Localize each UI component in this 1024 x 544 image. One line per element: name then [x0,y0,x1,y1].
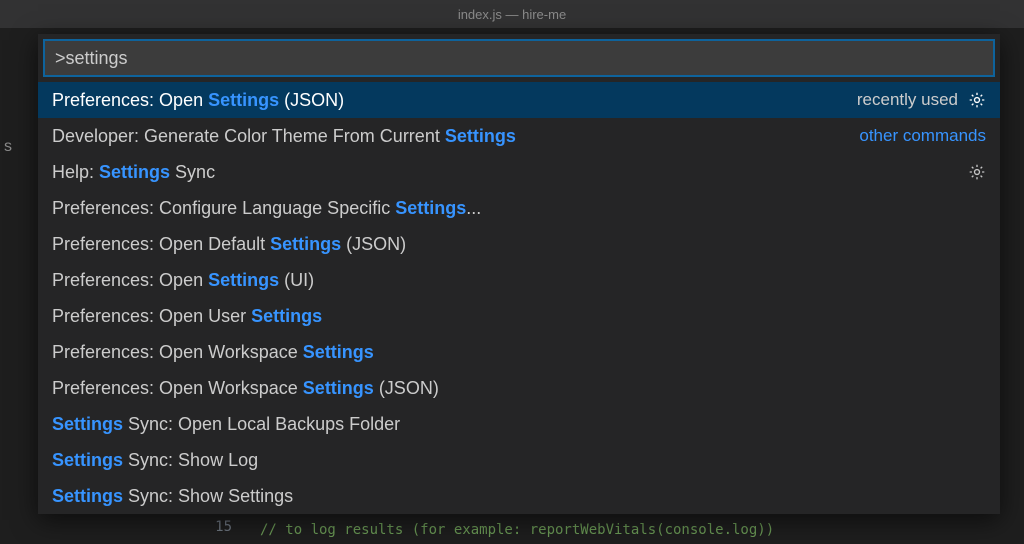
command-item-label: Settings Sync: Show Settings [52,486,293,507]
command-item-label: Preferences: Open Workspace Settings [52,342,374,363]
command-item-label: Settings Sync: Open Local Backups Folder [52,414,400,435]
command-palette-item[interactable]: Preferences: Open Workspace Settings [38,334,1000,370]
line-number: 15 [215,516,232,538]
command-palette-item[interactable]: Preferences: Open Settings (JSON) recentl… [38,82,1000,118]
code-line: // to log results (for example: reportWe… [260,522,774,538]
command-item-label: Help: Settings Sync [52,162,215,183]
command-item-label: Preferences: Open Default Settings (JSON… [52,234,406,255]
command-palette-item[interactable]: Settings Sync: Show Log [38,442,1000,478]
command-item-label: Preferences: Open Settings (UI) [52,270,314,291]
window-title: index.js — hire-me [458,7,566,22]
command-item-meta [968,163,986,181]
command-palette-item[interactable]: Preferences: Open User Settings [38,298,1000,334]
command-item-meta: recently used [857,90,986,110]
command-palette-input[interactable] [44,40,994,76]
command-item-meta-text: recently used [857,90,958,110]
command-item-meta: other commands [859,126,986,146]
command-palette-item[interactable]: Settings Sync: Open Local Backups Folder [38,406,1000,442]
command-item-label: Preferences: Open User Settings [52,306,322,327]
command-item-label: Preferences: Open Settings (JSON) [52,90,344,111]
gear-icon[interactable] [968,91,986,109]
command-palette-item[interactable]: Preferences: Open Settings (UI) [38,262,1000,298]
command-palette-item[interactable]: Preferences: Configure Language Specific… [38,190,1000,226]
command-palette-item[interactable]: Settings Sync: Show Settings [38,478,1000,514]
command-palette-item[interactable]: Developer: Generate Color Theme From Cur… [38,118,1000,154]
command-item-meta-text: other commands [859,126,986,146]
command-item-label: Preferences: Configure Language Specific… [52,198,481,219]
command-palette-input-wrap [38,34,1000,82]
command-palette-item[interactable]: Preferences: Open Default Settings (JSON… [38,226,1000,262]
gear-icon[interactable] [968,163,986,181]
command-item-label: Settings Sync: Show Log [52,450,258,471]
command-palette-item[interactable]: Preferences: Open Workspace Settings (JS… [38,370,1000,406]
titlebar: index.js — hire-me [0,0,1024,28]
sidebar-fragment: s [0,138,12,162]
command-item-label: Preferences: Open Workspace Settings (JS… [52,378,439,399]
command-palette-list: Preferences: Open Settings (JSON) recentl… [38,82,1000,514]
editor-window: index.js — hire-me s 15 // to log result… [0,0,1024,544]
command-palette-item[interactable]: Help: Settings Sync [38,154,1000,190]
command-palette: Preferences: Open Settings (JSON) recentl… [38,34,1000,514]
command-item-label: Developer: Generate Color Theme From Cur… [52,126,516,147]
